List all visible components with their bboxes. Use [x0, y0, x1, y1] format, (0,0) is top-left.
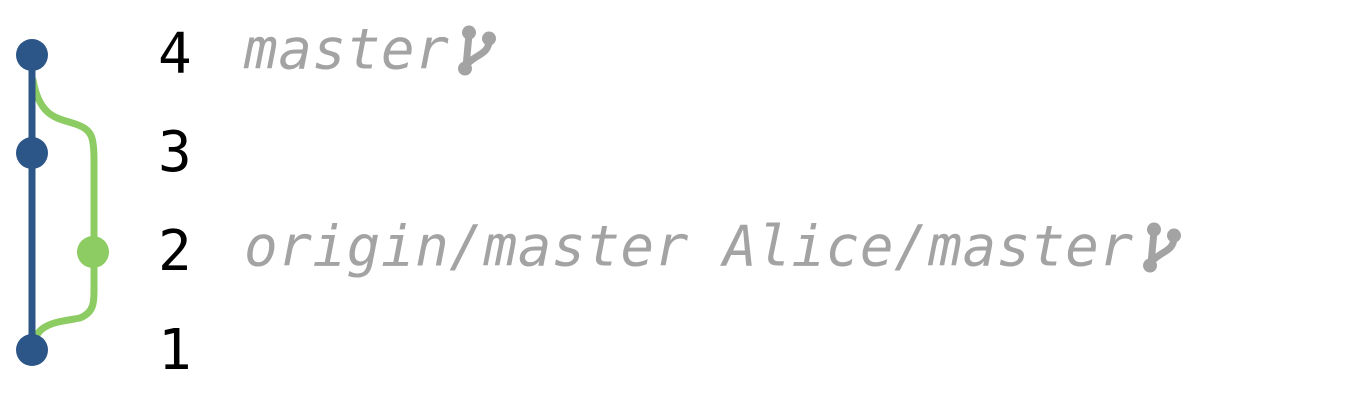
commit-row-4[interactable]: 4 master	[0, 6, 1360, 104]
ref-label-text: origin/master Alice/master	[244, 214, 1134, 280]
commit-number: 2	[158, 219, 192, 284]
branch-icon	[1142, 222, 1181, 273]
commit-number: 4	[158, 22, 192, 87]
branch-icon	[458, 25, 497, 76]
ref-label-text: master	[244, 17, 450, 83]
ref-label[interactable]: master	[244, 17, 501, 83]
commit-number: 1	[158, 318, 192, 383]
commit-row-1[interactable]: 1	[0, 302, 1360, 400]
commit-number: 3	[158, 120, 192, 185]
ref-label[interactable]: origin/master Alice/master	[244, 214, 1186, 280]
commit-row-3[interactable]: 3	[0, 104, 1360, 202]
commit-row-2[interactable]: 2 origin/master Alice/master	[0, 203, 1360, 301]
